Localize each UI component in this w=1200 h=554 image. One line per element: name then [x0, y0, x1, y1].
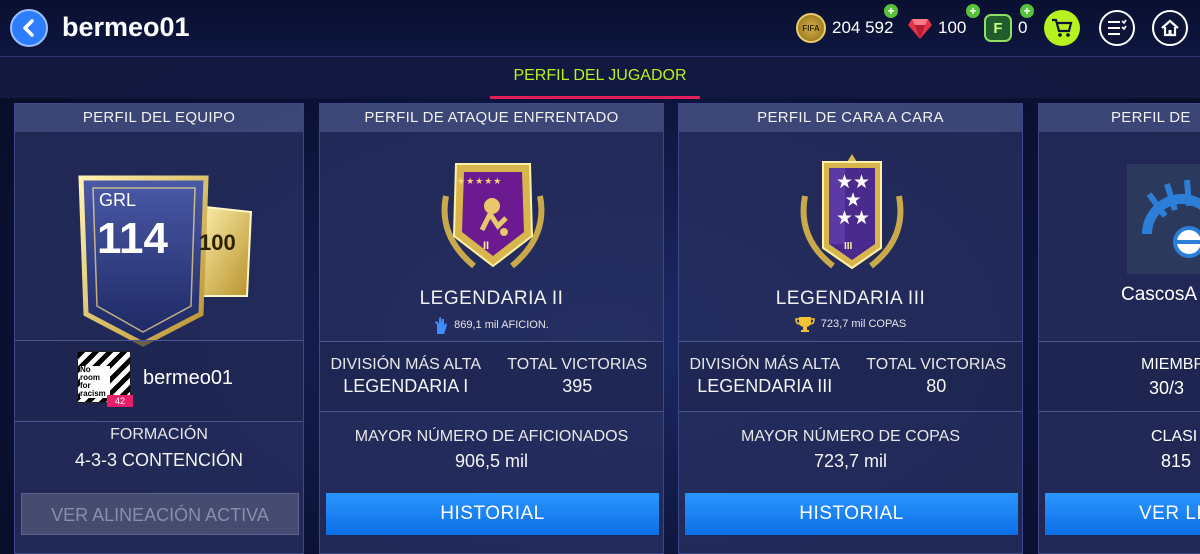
- rank-numeral: II: [483, 240, 490, 252]
- cups-count: 723,7 mil COPAS: [679, 316, 1022, 332]
- h2h-history-button[interactable]: HISTORIAL: [685, 493, 1018, 535]
- store-cart-button[interactable]: [1044, 10, 1080, 46]
- attack-profile-panel: PERFIL DE ATAQUE ENFRENTADO II ★★★★★ LEG…: [319, 103, 664, 554]
- rank-stars-icon: ★★ ★ ★★: [835, 172, 871, 229]
- legend-ii-badge-icon: [441, 163, 545, 269]
- fans-count: 869,1 mil AFICION.: [320, 316, 663, 334]
- view-active-lineup-button[interactable]: VER ALINEACIÓN ACTIVA: [21, 493, 299, 535]
- add-gems-button[interactable]: +: [966, 4, 980, 18]
- fpoints-value: 0: [1018, 18, 1028, 37]
- highest-division-value: LEGENDARIA I: [343, 376, 469, 396]
- attack-stats-row: DIVISIÓN MÁS ALTA LEGENDARIA I TOTAL VIC…: [320, 356, 663, 397]
- total-wins-label: TOTAL VICTORIAS: [507, 356, 648, 373]
- chem-value: 100: [199, 230, 236, 255]
- fans-hand-icon: [435, 317, 448, 334]
- total-wins-value: 80: [926, 376, 947, 396]
- panel-title: PERFIL DE CARA A CARA: [679, 104, 1022, 132]
- menu-button[interactable]: [1099, 10, 1135, 46]
- max-cups-label: MAYOR NÚMERO DE COPAS: [741, 428, 960, 445]
- coins-value: 204 592: [832, 18, 894, 37]
- ranking-value: 815: [1161, 451, 1192, 471]
- total-wins-label: TOTAL VICTORIAS: [866, 356, 1007, 373]
- team-profile-panel: PERFIL DEL EQUIPO GRL 114 100 No room fo…: [14, 103, 304, 554]
- home-button[interactable]: [1152, 10, 1188, 46]
- home-icon: [1161, 19, 1179, 37]
- club-badge-text: No room for racism: [80, 366, 110, 398]
- league-logo: [1127, 164, 1200, 274]
- rank-name: LEGENDARIA III: [775, 288, 926, 309]
- h2h-stats-row: DIVISIÓN MÁS ALTA LEGENDARIA III TOTAL V…: [679, 356, 1022, 397]
- page-title-username: bermeo01: [62, 12, 190, 42]
- trophy-icon: [795, 317, 815, 332]
- highest-division-value: LEGENDARIA III: [697, 376, 833, 396]
- club-level-badge: 42: [107, 395, 133, 407]
- members-value: 30/3: [1149, 378, 1185, 398]
- highest-division-label: DIVISIÓN MÁS ALTA: [689, 356, 841, 373]
- cups-value: 723,7 mil COPAS: [820, 318, 907, 330]
- h2h-profile-panel: PERFIL DE CARA A CARA ★★ ★ ★★ III LEGENDAR…: [678, 103, 1023, 554]
- total-wins-value: 395: [562, 376, 593, 396]
- rank-numeral: III: [844, 241, 853, 252]
- helmet-logo-icon: [1142, 179, 1200, 258]
- formation-value: 4-3-3 CONTENCIÓN: [74, 450, 244, 470]
- stars-icon: ★★★★★: [457, 176, 503, 186]
- panel-title: PERFIL DE: [1039, 104, 1200, 132]
- max-fans-label: MAYOR NÚMERO DE AFICIONADOS: [354, 428, 629, 445]
- ovr-value: 114: [97, 214, 168, 263]
- club-name: bermeo01: [143, 367, 234, 389]
- club-section: No room for racism 42 bermeo01: [15, 341, 303, 421]
- tab-player-profile[interactable]: PERFIL DEL JUGADOR: [480, 57, 720, 99]
- members-label: MIEMBR: [1141, 356, 1200, 373]
- ovr-badge-icon: [78, 175, 253, 347]
- list-menu-icon: [1108, 19, 1127, 35]
- league-name: CascosA: [1121, 284, 1198, 305]
- back-button[interactable]: [10, 9, 48, 47]
- attack-history-button[interactable]: HISTORIAL: [326, 493, 659, 535]
- ranking-label: CLASI: [1151, 428, 1198, 445]
- fifa-coin-icon: FIFA: [796, 13, 826, 43]
- top-bar: bermeo01 FIFA 204 592 + 100 + F 0 +: [0, 0, 1200, 56]
- fifa-points-gem-icon: [908, 19, 932, 39]
- highest-division-label: DIVISIÓN MÁS ALTA: [330, 356, 482, 373]
- ovr-label: GRL: [99, 190, 137, 210]
- tab-bar: PERFIL DEL JUGADOR: [0, 56, 1200, 99]
- formation-label: FORMACIÓN: [110, 426, 208, 443]
- add-fpoints-button[interactable]: +: [1020, 4, 1034, 18]
- add-coins-button[interactable]: +: [884, 4, 898, 18]
- panel-title: PERFIL DE ATAQUE ENFRENTADO: [320, 104, 663, 132]
- chevron-left-icon: [23, 19, 34, 37]
- panel-title: PERFIL DEL EQUIPO: [15, 104, 303, 132]
- tab-active-indicator: [490, 96, 700, 99]
- gems-value: 100: [938, 18, 967, 37]
- gems-balance[interactable]: 100 +: [908, 4, 980, 44]
- view-league-button[interactable]: VER LI: [1045, 493, 1200, 535]
- max-fans-value: 906,5 mil: [454, 451, 529, 471]
- coins-balance[interactable]: FIFA 204 592 +: [796, 4, 898, 44]
- league-profile-panel: PERFIL DE CascosA MIEMBR 30/3 CLASI 815 …: [1038, 103, 1200, 554]
- f-points-icon: F: [984, 14, 1012, 42]
- fpoints-balance[interactable]: F 0 +: [984, 4, 1034, 44]
- max-cups-value: 723,7 mil: [813, 451, 888, 471]
- cart-icon: [1052, 18, 1073, 37]
- fans-value: 869,1 mil AFICION.: [454, 319, 549, 331]
- rank-name: LEGENDARIA II: [419, 288, 564, 309]
